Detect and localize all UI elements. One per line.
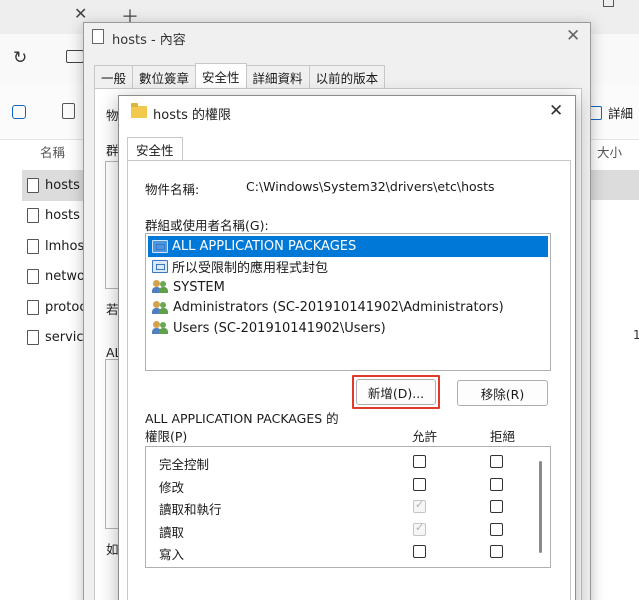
group-users-label: 群組或使用者名稱(G): [145, 218, 269, 233]
advanced-note-fragment: 如 [106, 542, 119, 557]
permission-name: 讀取 [159, 524, 185, 540]
refresh-icon[interactable]: ↻ [13, 48, 27, 68]
deny-checkbox[interactable] [490, 522, 503, 536]
tab-general[interactable]: 一般 [94, 65, 134, 88]
list-item[interactable]: ALL APPLICATION PACKAGES [148, 236, 548, 257]
edit-note-fragment: 若 [106, 302, 119, 317]
permissions-dialog: hosts 的權限 ✕ 安全性 物件名稱: C:\Windows\System3… [118, 95, 576, 600]
file-icon [27, 177, 39, 193]
permission-row: 讀取和執行 [146, 496, 536, 519]
allow-checkbox [413, 498, 426, 513]
column-header-name[interactable]: 名稱 [40, 142, 65, 161]
permissions-label: 權限(P) [145, 429, 188, 444]
allow-column-header: 允許 [412, 429, 438, 444]
deny-checkbox[interactable] [490, 545, 503, 558]
user-name: SYSTEM [173, 279, 225, 295]
close-tab-icon[interactable]: ✕ [74, 4, 87, 23]
allow-checkbox[interactable] [413, 477, 426, 491]
users-icon [152, 280, 169, 294]
properties-tabs: 一般 數位簽章 安全性 詳細資料 以前的版本 [94, 63, 386, 88]
permission-name: 讀取和執行 [159, 502, 222, 517]
list-item[interactable]: SYSTEM [148, 277, 548, 298]
file-icon [27, 269, 39, 285]
add-button-highlight [352, 375, 440, 409]
permission-row: 寫入 [146, 541, 536, 564]
file-row[interactable]: hosts [22, 201, 92, 232]
user-name: ALL APPLICATION PACKAGES [172, 238, 357, 254]
allow-checkbox [413, 521, 426, 536]
permission-row: 完全控制 [146, 451, 536, 474]
tab-details[interactable]: 詳細資料 [245, 65, 310, 88]
permission-name: 寫入 [159, 547, 185, 562]
users-icon [152, 300, 169, 315]
column-header-size[interactable]: 大小 [597, 142, 622, 161]
file-row[interactable]: networks [22, 262, 92, 293]
permission-row: 讀取 [146, 519, 536, 542]
permissions-for-label: ALL APPLICATION PACKAGES 的 [145, 411, 339, 426]
user-name: 所以受限制的應用程式封包 [172, 261, 329, 277]
allow-checkbox[interactable] [413, 545, 426, 558]
deny-column-header: 拒絕 [490, 429, 516, 444]
tab-digital-signatures[interactable]: 數位簽章 [132, 65, 197, 88]
scrollbar-thumb[interactable] [539, 461, 542, 553]
package-icon [152, 239, 168, 253]
permission-name: 完全控制 [159, 457, 210, 472]
object-name-label: 物件名稱: [145, 182, 200, 197]
list-item[interactable]: 所以受限制的應用程式封包 [148, 257, 548, 278]
properties-title: hosts - 內容 [112, 33, 186, 48]
copy-icon[interactable] [12, 105, 26, 119]
permission-name: 修改 [159, 479, 185, 495]
group-label-fragment: 群 [106, 143, 119, 158]
object-label-fragment: 物 [106, 108, 119, 123]
paste-icon[interactable] [62, 103, 75, 119]
close-icon[interactable]: ✕ [566, 26, 580, 46]
tab-security[interactable]: 安全性 [127, 137, 183, 161]
list-item[interactable]: Administrators (SC-201910141902\Administ… [148, 298, 548, 319]
tab-security[interactable]: 安全性 [195, 63, 247, 88]
tab-previous-versions[interactable]: 以前的版本 [308, 65, 386, 88]
file-row[interactable]: lmhosts [22, 231, 92, 262]
file-row[interactable]: hosts [22, 170, 92, 201]
permissions-list[interactable]: 完全控制 修改 讀取和執行 讀取 寫入 [145, 446, 551, 568]
allow-checkbox[interactable] [413, 455, 426, 468]
users-icon [152, 321, 169, 335]
permissions-title: hosts 的權限 [153, 108, 231, 123]
file-icon [27, 299, 39, 315]
file-name: hosts [45, 208, 80, 224]
user-name: Administrators (SC-201910141902\Administ… [173, 300, 504, 316]
user-list[interactable]: ALL APPLICATION PACKAGES 所以受限制的應用程式封包 SY… [145, 233, 551, 371]
package-icon [152, 260, 168, 274]
deny-checkbox[interactable] [490, 477, 503, 491]
file-size-value: 1 [633, 328, 639, 342]
permission-row: 修改 [146, 474, 536, 497]
details-label: 詳細 [608, 106, 634, 121]
file-icon [27, 330, 39, 346]
maximize-icon[interactable] [603, 0, 614, 7]
file-row[interactable]: services [22, 323, 92, 354]
object-name-value: C:\Windows\System32\drivers\etc\hosts [246, 179, 495, 194]
file-icon [27, 208, 39, 224]
deny-checkbox[interactable] [490, 500, 503, 513]
folder-icon [131, 103, 147, 118]
file-icon [27, 238, 39, 254]
computer-icon[interactable] [66, 50, 84, 63]
details-view-button[interactable]: 詳細 [588, 103, 633, 122]
file-name: hosts [45, 177, 80, 193]
deny-checkbox[interactable] [490, 455, 503, 468]
user-name: Users (SC-201910141902\Users) [173, 320, 386, 336]
close-icon[interactable]: ✕ [549, 101, 563, 121]
file-list: hosts hosts lmhosts networks protocol se… [22, 170, 92, 353]
list-item[interactable]: Users (SC-201910141902\Users) [148, 318, 548, 339]
file-row[interactable]: protocol [22, 292, 92, 323]
file-icon [92, 29, 104, 44]
remove-button[interactable]: 移除(R) [457, 380, 548, 406]
